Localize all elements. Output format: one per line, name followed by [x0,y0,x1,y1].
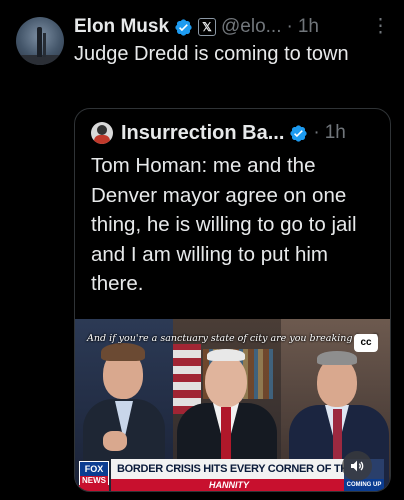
quoted-tweet-text: Tom Homan: me and the Denver mayor agree… [91,154,357,295]
affiliation-badge[interactable]: 𝕏 [198,18,217,36]
video-player[interactable]: And if you're a sanctuary state of city … [75,319,390,491]
guest1-hair [207,349,245,361]
quoted-tweet-timestamp: 1h [324,122,346,143]
host-hand [103,431,127,451]
coming-up-label: COMING UP [344,479,384,491]
quoted-tweet-header: Insurrection Ba... · 1h [91,119,346,147]
quoted-author-name: Insurrection Ba... [121,121,285,144]
guest1-head [205,355,247,407]
volume-icon[interactable] [342,451,372,481]
show-name: HANNITY [111,479,347,491]
guest2-tie [333,409,342,465]
separator-dot: · [313,122,320,143]
host-hair [101,343,145,361]
tweet-timestamp[interactable]: 1h [298,16,319,38]
quoted-tweet-card[interactable]: Insurrection Ba... · 1h Tom Homan: me an… [74,108,391,492]
speaker-icon [351,460,364,472]
guest2-hair [317,351,357,365]
network-clock [79,485,109,491]
quoted-author-avatar [91,122,113,144]
separator-dot: · [286,16,293,37]
quoted-avatar-face [97,125,107,135]
author-name[interactable]: Elon Musk [74,16,169,38]
verified-badge-icon [290,124,307,142]
author-handle[interactable]: @elo... [221,16,281,38]
avatar-tower [43,33,46,57]
quoted-avatar-body [94,135,110,144]
video-caption: And if you're a sanctuary state of city … [87,333,378,344]
tweet-text: Judge Dredd is coming to town [74,43,349,65]
avatar-rocket [37,27,42,57]
author-avatar[interactable] [16,17,64,65]
closed-captions-icon[interactable]: cc [354,334,378,352]
tweet-header: Elon Musk 𝕏 @elo... · 1h ⋮ [74,14,394,40]
network-logo-top: FOX [84,464,104,474]
guest1-tie [221,407,231,467]
network-logo-bottom: NEWS [80,476,108,485]
verified-badge-icon [175,18,192,36]
more-options-icon[interactable]: ⋮ [371,14,390,40]
network-logo: FOX NEWS [79,461,109,487]
news-chyron: BORDER CRISIS HITS EVERY CORNER OF THE U… [111,459,347,479]
